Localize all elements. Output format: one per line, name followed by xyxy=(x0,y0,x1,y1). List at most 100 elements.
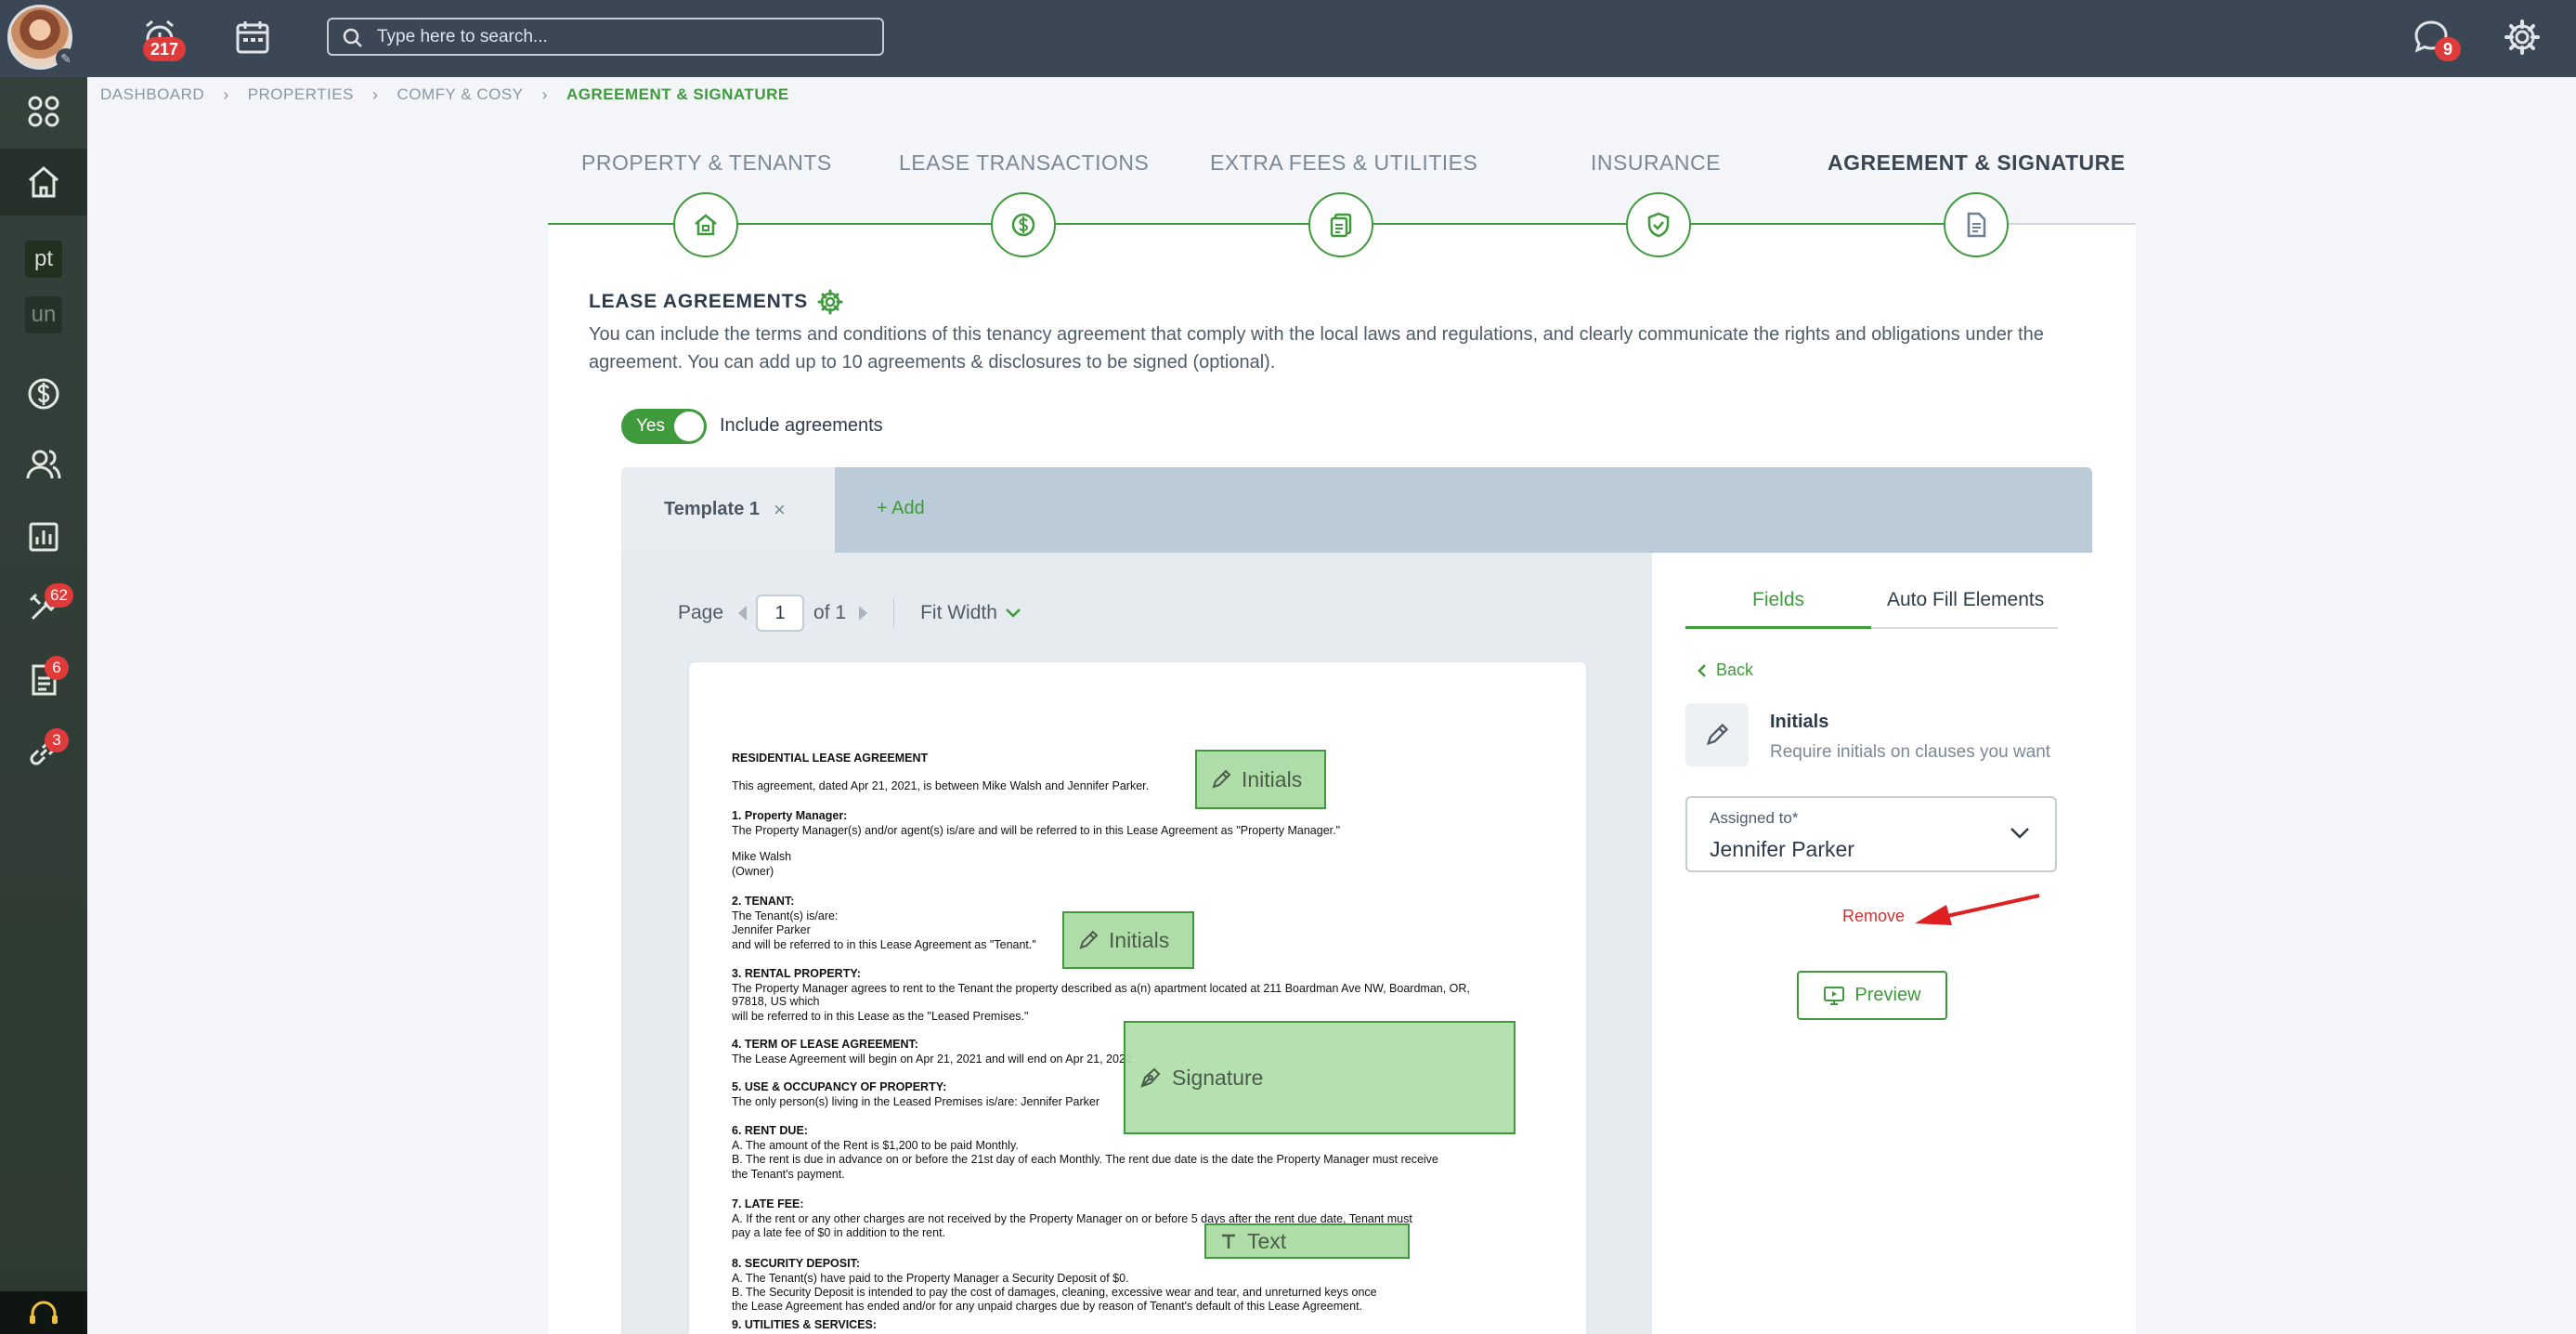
document-text-line: 2. TENANT: xyxy=(732,895,795,908)
signature-field[interactable]: Signature xyxy=(1124,1021,1516,1134)
next-page-icon[interactable] xyxy=(859,606,868,621)
tab-template-1[interactable]: Template 1 × xyxy=(621,467,835,553)
search-icon xyxy=(342,27,364,54)
home-icon xyxy=(29,166,59,198)
step-extra-fees-label[interactable]: EXTRA FEES & UTILITIES xyxy=(1210,150,1477,176)
sidebar-item-links[interactable] xyxy=(0,719,87,786)
document-text-line: The Property Manager(s) and/or agent(s) … xyxy=(732,824,1341,837)
maintenance-count-badge: 62 xyxy=(45,583,73,608)
document-text-line: 5. USE & OCCUPANCY OF PROPERTY: xyxy=(732,1080,947,1093)
settings-gear-icon[interactable] xyxy=(817,289,843,315)
messages-count-badge: 9 xyxy=(2435,37,2461,61)
document-text-line: will be referred to in this Lease as the… xyxy=(732,1010,1029,1023)
field-label: Initials xyxy=(1109,927,1170,952)
sidebar-item-reports[interactable] xyxy=(0,504,87,570)
calendar-icon[interactable] xyxy=(232,17,273,58)
search-input[interactable] xyxy=(377,25,869,49)
settings-gear-icon[interactable] xyxy=(2502,17,2543,58)
breadcrumb-current: AGREEMENT & SIGNATURE xyxy=(566,85,789,103)
sidebar-item-people[interactable] xyxy=(0,431,87,498)
step-insurance[interactable] xyxy=(1626,192,1691,257)
sidebar-item-documents[interactable] xyxy=(0,647,87,713)
add-template-button[interactable]: + Add xyxy=(877,498,925,519)
document-text-line: Mike Walsh xyxy=(732,850,792,863)
assigned-to-select[interactable]: Assigned to* Jennifer Parker xyxy=(1685,796,2057,872)
page-number-input[interactable] xyxy=(756,595,805,632)
breadcrumb-property[interactable]: COMFY & COSY xyxy=(397,85,523,104)
stepper-remaining-line xyxy=(2006,223,2136,225)
chevron-right-icon: › xyxy=(371,85,379,104)
toolbar-divider xyxy=(893,598,895,628)
chevron-down-icon xyxy=(2010,828,2029,839)
breadcrumb: DASHBOARD › PROPERTIES › COMFY & COSY › … xyxy=(100,85,789,105)
step-lease-transactions-label[interactable]: LEASE TRANSACTIONS xyxy=(899,150,1149,176)
text-icon xyxy=(1222,1234,1235,1249)
document-text-line: The only person(s) living in the Leased … xyxy=(732,1095,1100,1108)
sidebar-item-label: pt xyxy=(25,241,62,278)
step-extra-fees[interactable] xyxy=(1308,192,1373,257)
links-count-badge: 3 xyxy=(45,728,69,752)
back-link[interactable]: Back xyxy=(1696,660,1753,680)
notifications-count-badge: 217 xyxy=(143,37,187,61)
prev-page-icon[interactable] xyxy=(738,606,748,621)
chevron-right-icon: › xyxy=(223,85,229,104)
tab-auto-fill-elements[interactable]: Auto Fill Elements xyxy=(1887,589,2044,611)
document-text-line: pay a late fee of $0 in addition to the … xyxy=(732,1226,946,1239)
avatar-pin-icon: ✎ xyxy=(56,48,76,69)
section-description: You can include the terms and conditions… xyxy=(589,324,2044,373)
remove-field-link[interactable]: Remove xyxy=(1842,907,1905,926)
chevron-right-icon: › xyxy=(541,85,549,104)
reports-chart-icon xyxy=(29,522,59,552)
step-lease-transactions[interactable] xyxy=(991,192,1056,257)
document-text-line: RESIDENTIAL LEASE AGREEMENT xyxy=(732,752,929,765)
document-text-line: A. The amount of the Rent is $1,200 to b… xyxy=(732,1139,1019,1152)
toggle-knob xyxy=(674,412,704,441)
sidebar-item-apps[interactable] xyxy=(0,78,87,145)
close-tab-icon[interactable]: × xyxy=(774,498,786,522)
initials-field[interactable]: Initials xyxy=(1062,911,1194,969)
home-icon xyxy=(695,214,717,236)
people-icon xyxy=(26,450,61,479)
field-type-description: Require initials on clauses you want xyxy=(1770,742,2051,762)
document-icon xyxy=(1967,212,1986,238)
step-property-tenants-label[interactable]: PROPERTY & TENANTS xyxy=(581,150,832,176)
initials-field[interactable]: Initials xyxy=(1195,750,1326,809)
toggle-value: Yes xyxy=(636,416,665,436)
document-text-line: B. The Security Deposit is intended to p… xyxy=(732,1286,1377,1299)
zoom-select[interactable]: Fit Width xyxy=(920,602,1021,624)
dollar-icon xyxy=(1011,213,1035,237)
document-text-line: The Property Manager agrees to rent to t… xyxy=(732,982,1470,995)
step-insurance-label[interactable]: INSURANCE xyxy=(1591,150,1721,176)
pencil-icon xyxy=(1706,723,1729,746)
field-label: Initials xyxy=(1242,766,1303,791)
sidebar-item-maintenance[interactable] xyxy=(0,574,87,641)
search-box[interactable] xyxy=(327,18,884,56)
assigned-to-label: Assigned to* xyxy=(1710,809,1799,827)
sidebar-item-un[interactable]: un xyxy=(0,281,87,348)
sidebar-item-finance[interactable] xyxy=(0,360,87,427)
viewer-toolbar: Page of 1 Fit Width xyxy=(678,595,1021,632)
tab-fields[interactable]: Fields xyxy=(1752,589,1804,611)
breadcrumb-dashboard[interactable]: DASHBOARD xyxy=(100,85,204,104)
shield-icon xyxy=(1647,212,1670,238)
headset-icon xyxy=(30,1301,58,1324)
assigned-to-value: Jennifer Parker xyxy=(1710,837,1854,861)
chevron-down-icon xyxy=(1006,608,1021,618)
documents-count-badge: 6 xyxy=(45,656,69,680)
include-agreements-toggle[interactable]: Yes xyxy=(621,409,707,444)
section-title-text: LEASE AGREEMENTS xyxy=(589,291,809,312)
document-text-line: Jennifer Parker xyxy=(732,923,811,936)
document-text-line: 6. RENT DUE: xyxy=(732,1124,808,1137)
preview-button[interactable]: Preview xyxy=(1797,971,1947,1020)
support-button[interactable] xyxy=(0,1291,87,1334)
sidebar-item-home[interactable] xyxy=(0,149,87,216)
toggle-label: Include agreements xyxy=(720,415,883,436)
text-field[interactable]: Text xyxy=(1204,1223,1410,1259)
step-property-tenants[interactable] xyxy=(673,192,738,257)
pen-nib-icon xyxy=(1140,1067,1161,1088)
breadcrumb-properties[interactable]: PROPERTIES xyxy=(248,85,354,104)
field-label: Text xyxy=(1247,1228,1287,1253)
document-text-line: the Tenant's payment. xyxy=(732,1168,845,1181)
document-text-line: 1. Property Manager: xyxy=(732,809,848,822)
document-text-line: This agreement, dated Apr 21, 2021, is b… xyxy=(732,779,1150,792)
